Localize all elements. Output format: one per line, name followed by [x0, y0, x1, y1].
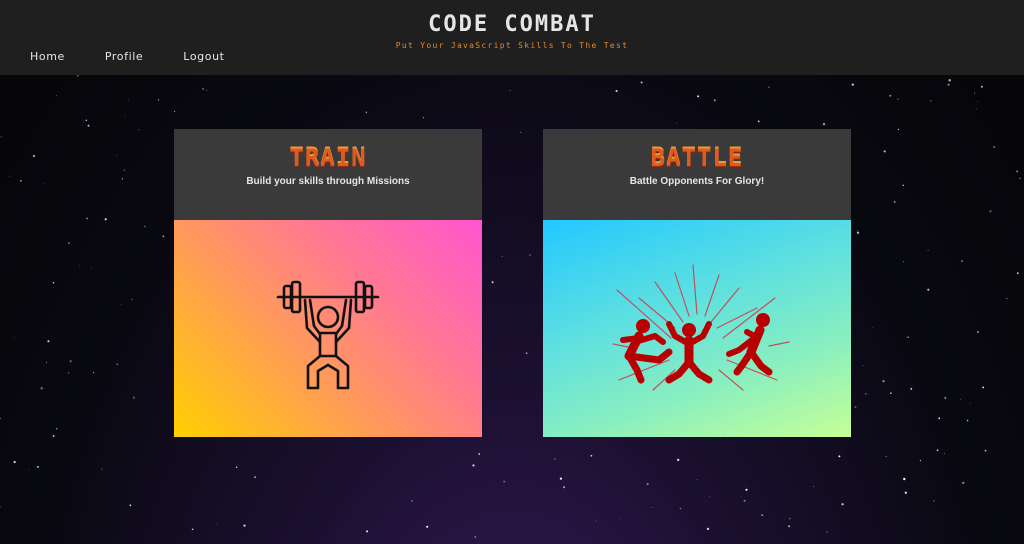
nav-profile-link[interactable]: Profile [105, 50, 143, 63]
battle-card[interactable]: BATTLE Battle Opponents For Glory! [543, 129, 851, 437]
starfield-background [0, 74, 1021, 538]
battle-card-image [543, 220, 851, 437]
site-tagline: Put Your JavaScript Skills To The Test [395, 41, 629, 50]
fighting-figures-icon [612, 264, 790, 391]
train-card-image [174, 220, 482, 437]
train-card[interactable]: TRAIN Build your skills through Missions [174, 129, 482, 437]
train-card-header: TRAIN Build your skills through Missions [174, 129, 482, 220]
battle-card-header: BATTLE Battle Opponents For Glory! [543, 129, 851, 220]
main-nav: Home Profile Logout [30, 50, 265, 63]
nav-logout-link[interactable]: Logout [183, 50, 224, 63]
battle-card-subtitle: Battle Opponents For Glory! [629, 176, 765, 187]
top-header: CODE COMBAT Put Your JavaScript Skills T… [0, 0, 1024, 75]
site-title: CODE COMBAT [428, 12, 596, 37]
nav-home-link[interactable]: Home [30, 50, 65, 63]
train-card-title: TRAIN [289, 144, 367, 172]
weightlifter-icon [276, 280, 380, 390]
train-card-subtitle: Build your skills through Missions [246, 176, 410, 187]
battle-card-title: BATTLE [650, 144, 744, 172]
